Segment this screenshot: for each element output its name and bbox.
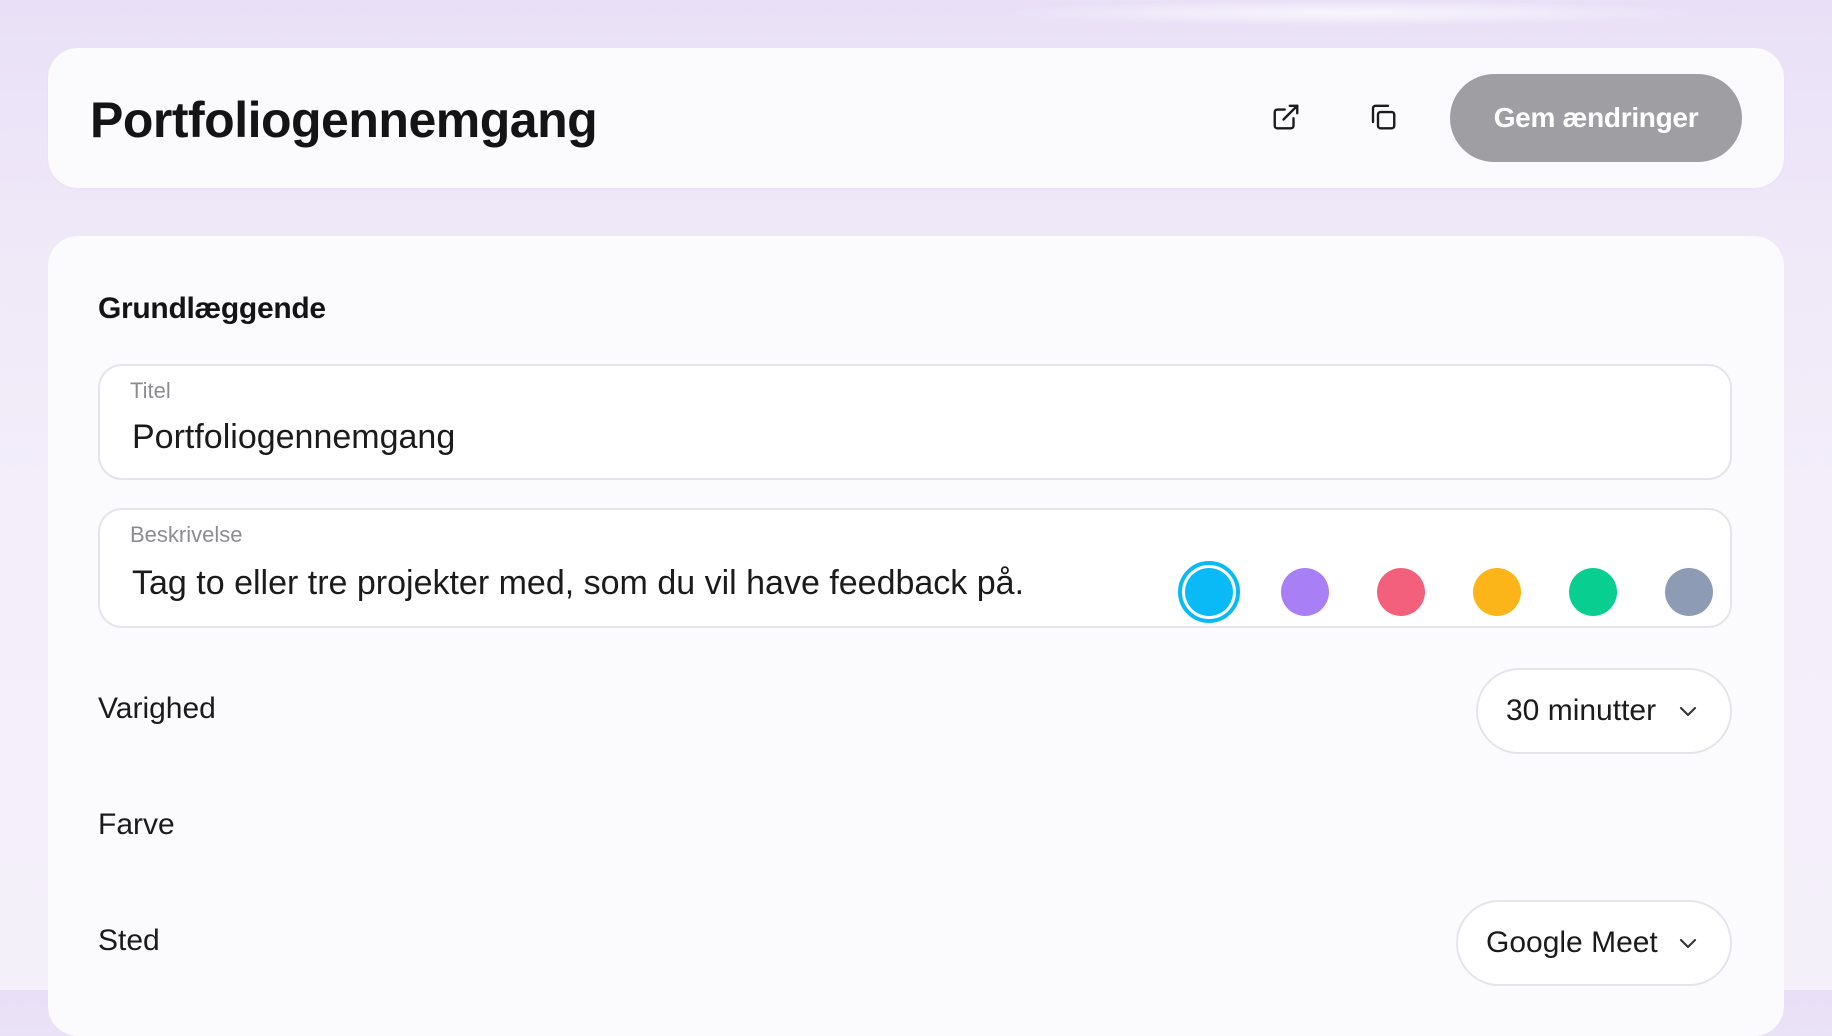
header-card: Portfoliogennemgang Gem ændringer [48,48,1784,188]
open-in-new-tab-button[interactable] [1261,92,1311,142]
chevron-down-icon [1679,938,1697,949]
color-swatch-purple[interactable] [1281,568,1329,616]
description-input[interactable]: Tag to eller tre projekter med, som du v… [132,564,1692,603]
title-field[interactable]: Titel Portfoliogennemgang [98,364,1732,480]
color-swatch-yellow[interactable] [1473,568,1521,616]
duration-select[interactable]: 30 minutter [1476,668,1732,754]
external-link-icon [1273,104,1299,130]
title-field-label: Titel [130,378,171,403]
settings-card: Grundlæggende Titel Portfoliogennemgang … [48,236,1784,1036]
duration-label: Varighed [98,692,216,725]
background-highlight [1000,0,1700,26]
description-field-label: Beskrivelse [130,522,243,547]
location-value: Google Meet [1486,926,1658,959]
color-swatch-blue[interactable] [1178,561,1240,623]
save-changes-button[interactable]: Gem ændringer [1450,74,1742,162]
location-select[interactable]: Google Meet [1456,900,1732,986]
copy-icon [1371,104,1396,130]
duration-value: 30 minutter [1506,694,1657,727]
color-swatch-green[interactable] [1569,568,1617,616]
page-title: Portfoliogennemgang [90,92,598,148]
color-swatch-gray[interactable] [1665,568,1713,616]
color-label: Farve [98,808,175,841]
duplicate-button[interactable] [1358,92,1408,142]
title-input[interactable]: Portfoliogennemgang [132,418,1692,457]
chevron-down-icon [1679,706,1697,717]
color-swatch-pink[interactable] [1377,568,1425,616]
section-heading: Grundlæggende [98,292,326,325]
location-label: Sted [98,924,160,957]
